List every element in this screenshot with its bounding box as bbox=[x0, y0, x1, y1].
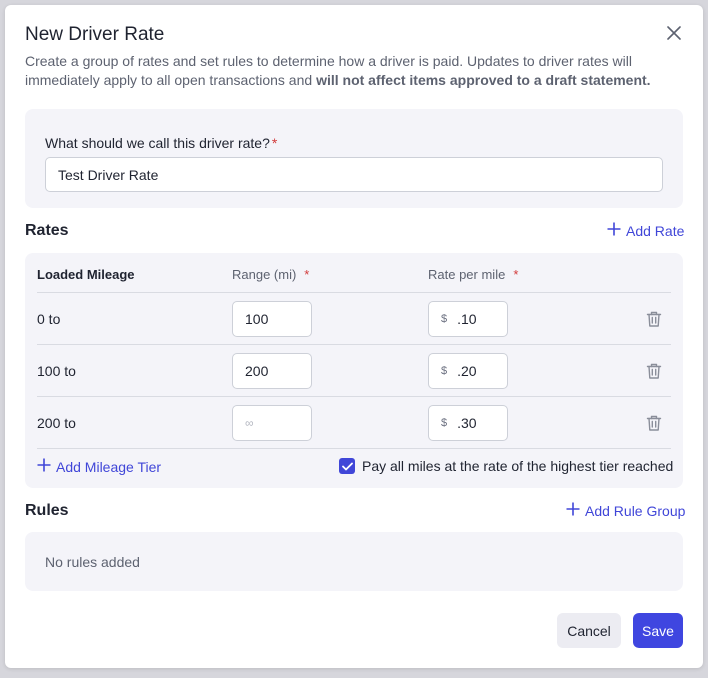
column-header-range: Range (mi) * bbox=[232, 267, 309, 282]
highest-tier-option: Pay all miles at the rate of the highest… bbox=[339, 458, 673, 474]
close-icon bbox=[667, 25, 681, 45]
empty-rules-message: No rules added bbox=[45, 554, 140, 570]
currency-symbol: $ bbox=[441, 417, 448, 429]
required-asterisk: * bbox=[513, 267, 519, 282]
tier-label: 0 to bbox=[37, 311, 61, 327]
column-header-rate: Rate per mile * bbox=[428, 267, 518, 282]
range-input[interactable]: 200 bbox=[232, 353, 312, 389]
save-button[interactable]: Save bbox=[633, 613, 683, 648]
currency-symbol: $ bbox=[441, 365, 448, 377]
description-emphasis: will not affect items approved to a draf… bbox=[316, 72, 651, 88]
trash-icon[interactable] bbox=[645, 414, 663, 432]
row-divider bbox=[37, 396, 671, 397]
highest-tier-checkbox[interactable] bbox=[339, 458, 355, 474]
new-driver-rate-modal: New Driver Rate Create a group of rates … bbox=[5, 5, 703, 668]
cancel-button[interactable]: Cancel bbox=[557, 613, 621, 648]
rate-name-label-text: What should we call this driver rate? bbox=[45, 135, 270, 151]
add-rule-group-label: Add Rule Group bbox=[585, 502, 686, 519]
rate-value: .20 bbox=[457, 363, 477, 379]
add-rate-button[interactable]: Add Rate bbox=[607, 222, 684, 239]
range-input[interactable]: 100 bbox=[232, 301, 312, 337]
column-header-range-text: Range (mi) bbox=[232, 267, 297, 282]
close-button[interactable] bbox=[663, 24, 685, 46]
highest-tier-label: Pay all miles at the rate of the highest… bbox=[362, 458, 674, 474]
rate-input[interactable]: $ .10 bbox=[428, 301, 508, 337]
add-rate-label: Add Rate bbox=[626, 222, 685, 239]
row-divider bbox=[37, 292, 671, 293]
modal-title: New Driver Rate bbox=[25, 24, 165, 45]
required-asterisk: * bbox=[271, 135, 278, 151]
column-header-rate-text: Rate per mile bbox=[428, 267, 506, 282]
modal-description: Create a group of rates and set rules to… bbox=[25, 52, 665, 90]
plus-icon bbox=[37, 458, 51, 475]
rules-section-title: Rules bbox=[25, 502, 69, 519]
add-mileage-tier-button[interactable]: Add Mileage Tier bbox=[37, 458, 161, 475]
rate-value: .10 bbox=[457, 311, 477, 327]
add-rule-group-button[interactable]: Add Rule Group bbox=[566, 502, 685, 519]
rate-name-section: What should we call this driver rate? * bbox=[25, 109, 683, 208]
plus-icon bbox=[566, 502, 580, 519]
rate-input[interactable]: $ .30 bbox=[428, 405, 508, 441]
trash-icon[interactable] bbox=[645, 310, 663, 328]
plus-icon bbox=[607, 222, 621, 239]
range-input[interactable]: ∞ bbox=[232, 405, 312, 441]
rate-name-input[interactable] bbox=[45, 157, 663, 192]
check-icon bbox=[341, 462, 353, 470]
rates-table: Loaded Mileage Range (mi) * Rate per mile… bbox=[25, 253, 683, 488]
trash-icon[interactable] bbox=[645, 362, 663, 380]
currency-symbol: $ bbox=[441, 313, 448, 325]
column-header-tier: Loaded Mileage bbox=[37, 267, 135, 282]
rules-list: No rules added bbox=[25, 532, 683, 591]
add-mileage-tier-label: Add Mileage Tier bbox=[56, 458, 162, 475]
rate-input[interactable]: $ .20 bbox=[428, 353, 508, 389]
rate-value: .30 bbox=[457, 415, 477, 431]
row-divider bbox=[37, 448, 671, 449]
rate-name-label: What should we call this driver rate? * bbox=[45, 135, 277, 151]
rates-section-title: Rates bbox=[25, 222, 69, 239]
tier-label: 200 to bbox=[37, 415, 76, 431]
required-asterisk: * bbox=[304, 267, 310, 282]
tier-label: 100 to bbox=[37, 363, 76, 379]
row-divider bbox=[37, 344, 671, 345]
